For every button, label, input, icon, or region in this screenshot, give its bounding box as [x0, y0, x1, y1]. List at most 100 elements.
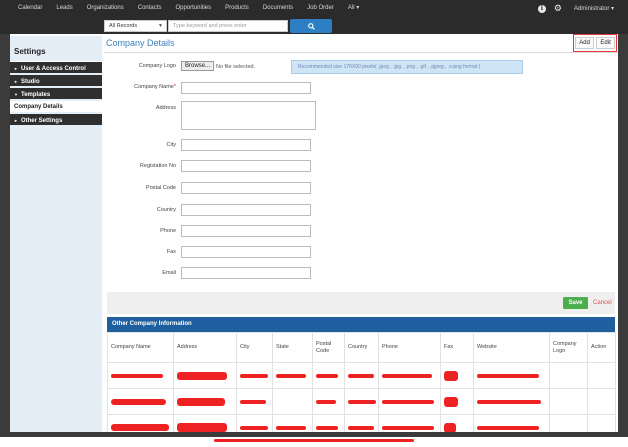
phone-label: Phone	[160, 228, 176, 234]
info-icon[interactable]: i	[537, 4, 546, 13]
footer	[0, 437, 628, 447]
sidebar-item-other-settings[interactable]: ► Other Settings	[10, 114, 102, 127]
col-company-logo: Company Logo	[549, 332, 588, 363]
sidebar-item-label: Studio	[20, 79, 40, 85]
nav-documents[interactable]: Documents	[256, 0, 300, 17]
redaction-mark	[444, 370, 458, 381]
sidebar-item-company-details[interactable]: Company Details	[10, 101, 102, 114]
registration-input[interactable]	[181, 160, 311, 172]
city-input[interactable]	[181, 139, 311, 151]
action-button-group: Add Edit	[573, 34, 617, 52]
sidebar-divider	[10, 61, 102, 62]
nav-opportunities[interactable]: Opportunities	[168, 0, 218, 17]
redaction-mark	[477, 399, 541, 404]
redaction-mark	[382, 399, 434, 404]
left-edge	[0, 34, 10, 432]
top-navigation: Calendar Leads Organizations Contacts Op…	[0, 0, 628, 17]
table-row[interactable]	[107, 388, 616, 415]
redaction-mark	[477, 373, 539, 378]
redaction-mark	[240, 399, 266, 404]
search-scope-select[interactable]: All Records ▼	[104, 20, 167, 32]
other-company-table: Other Company Information Company Name A…	[107, 317, 616, 441]
col-website: Website	[473, 332, 550, 363]
redaction-mark	[111, 424, 169, 431]
col-company-name: Company Name	[107, 332, 174, 363]
company-name-input[interactable]	[181, 82, 311, 94]
nav-organizations[interactable]: Organizations	[80, 0, 131, 17]
no-file-text: No file selected.	[216, 64, 256, 70]
redaction-mark	[177, 371, 227, 380]
nav-products[interactable]: Products	[218, 0, 256, 17]
user-menu[interactable]: Administrator ▾	[574, 5, 614, 12]
redaction-mark	[444, 396, 458, 407]
add-button[interactable]: Add	[575, 37, 594, 49]
company-name-label: Company Name*	[134, 84, 176, 90]
redaction-mark	[316, 373, 338, 378]
redaction-mark	[214, 439, 414, 443]
caret-right-icon: ►	[14, 66, 18, 71]
save-button[interactable]: Save	[563, 297, 588, 309]
col-state: State	[272, 332, 313, 363]
redaction-mark	[348, 425, 374, 430]
col-action: Action	[587, 332, 616, 363]
gear-icon[interactable]: ⚙	[554, 0, 562, 17]
city-label: City	[166, 142, 176, 148]
browse-button[interactable]: Browse...	[181, 61, 215, 71]
redaction-mark	[111, 398, 166, 405]
nav-contacts[interactable]: Contacts	[131, 0, 169, 17]
redaction-mark	[111, 373, 163, 378]
sidebar-item-studio[interactable]: ► Studio	[10, 75, 102, 88]
table-title: Other Company Information	[107, 317, 615, 332]
search-scope-value: All Records	[109, 23, 138, 29]
search-input[interactable]: Type keyword and press enter	[168, 20, 288, 32]
sidebar-item-user-access[interactable]: ► User & Access Control	[10, 62, 102, 75]
redaction-mark	[316, 399, 336, 404]
address-label: Address	[155, 105, 176, 111]
nav-leads[interactable]: Leads	[49, 0, 79, 17]
redaction-mark	[477, 425, 539, 430]
page-title: Company Details	[106, 38, 175, 48]
fax-input[interactable]	[181, 246, 311, 258]
redaction-mark	[444, 422, 456, 433]
address-textarea[interactable]	[181, 101, 316, 130]
caret-down-icon: ▼	[158, 23, 163, 29]
redaction-mark	[177, 423, 227, 432]
right-edge	[618, 34, 628, 432]
sidebar-item-label: Templates	[20, 92, 51, 98]
redaction-mark	[382, 373, 432, 378]
redaction-mark	[240, 373, 268, 378]
nav-all-menu[interactable]: All ▾	[341, 0, 366, 17]
phone-input[interactable]	[181, 225, 311, 237]
caret-down-icon: ▼	[14, 92, 18, 97]
sidebar-title: Settings	[14, 47, 46, 56]
col-country: Country	[344, 332, 379, 363]
country-label: Country	[156, 207, 176, 213]
cancel-link[interactable]: Cancel	[593, 297, 612, 309]
email-label: Email	[162, 270, 176, 276]
nav-calendar[interactable]: Calendar	[0, 0, 49, 17]
redaction-mark	[177, 397, 225, 406]
nav-job-order[interactable]: Job Order	[300, 0, 341, 17]
redaction-mark	[276, 373, 306, 378]
registration-label: Registation No	[139, 163, 176, 169]
redaction-mark	[348, 399, 376, 404]
email-input[interactable]	[181, 267, 311, 279]
sidebar-item-label: Company Details	[14, 104, 63, 110]
col-address: Address	[173, 332, 237, 363]
col-postal-code: Postal Code	[312, 332, 345, 363]
sidebar-item-templates[interactable]: ▼ Templates	[10, 88, 102, 101]
title-divider	[104, 52, 618, 53]
sidebar-item-label: Other Settings	[20, 118, 63, 124]
form-actions: Save Cancel	[107, 292, 615, 314]
redaction-mark	[348, 373, 374, 378]
sidebar-item-label: User & Access Control	[20, 66, 86, 72]
edit-button[interactable]: Edit	[596, 37, 615, 49]
logo-size-hint: Recommended size 170X60 pixels( .jpeg , …	[291, 60, 523, 74]
postal-code-input[interactable]	[181, 182, 311, 194]
table-row[interactable]	[107, 362, 616, 389]
search-icon	[307, 22, 315, 30]
col-city: City	[236, 332, 273, 363]
search-button[interactable]	[290, 19, 332, 33]
country-input[interactable]	[181, 204, 311, 216]
company-logo-label: Company Logo	[138, 63, 176, 69]
